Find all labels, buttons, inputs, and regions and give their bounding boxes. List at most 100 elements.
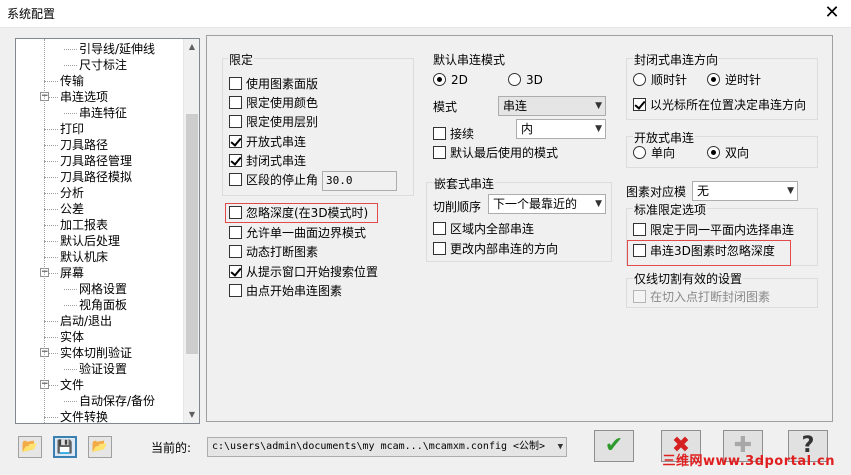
standard-limit-title: 标准限定选项: [633, 201, 708, 218]
tree-item-label: 默认机床: [60, 250, 109, 264]
tree-item[interactable]: 实体: [60, 329, 84, 345]
all-chains-in-region-checkbox-box: [433, 222, 446, 235]
mode-select[interactable]: 串连 ▼: [498, 96, 606, 116]
scroll-down-icon[interactable]: ▼: [184, 407, 199, 423]
tree-item-label: 公差: [60, 202, 85, 216]
chevron-down-icon: ▼: [557, 442, 563, 452]
radio-2d[interactable]: 2D: [433, 72, 468, 88]
radio-counterclockwise[interactable]: 逆时针: [707, 72, 761, 88]
tree-item[interactable]: 自动保存/备份: [79, 393, 155, 409]
chevron-down-icon: ▼: [787, 186, 794, 196]
merge-config-button[interactable]: 📂: [88, 436, 112, 458]
use-entity-mask-checkbox-box: [229, 77, 242, 90]
tree-item-label: 加工报表: [60, 218, 109, 232]
radio-double-direction[interactable]: 双向: [707, 145, 749, 161]
radio-single-label: 单向: [651, 146, 676, 160]
tree-item[interactable]: 刀具路径: [60, 137, 108, 153]
last-used-mode-checkbox[interactable]: 默认最后使用的模式: [433, 145, 558, 161]
ok-button[interactable]: ✔: [594, 430, 634, 462]
category-tree[interactable]: 引导线/延伸线 尺寸标注 传输 串连选项 − 串连特征 打印 刀具路径 刀具路径管理 刀具路径模拟…: [15, 38, 200, 424]
tree-item[interactable]: 传输: [60, 73, 84, 89]
tree-connector: [64, 289, 77, 290]
entity-match-select[interactable]: 无 ▼: [692, 181, 798, 201]
limit-level-checkbox[interactable]: 限定使用层别: [229, 114, 318, 130]
open-chain-checkbox[interactable]: 开放式串连: [229, 134, 306, 150]
tree-scrollbar[interactable]: ▲ ▼: [183, 39, 199, 423]
follow-checkbox[interactable]: 接续: [433, 126, 474, 142]
tree-item[interactable]: 默认机床: [60, 249, 108, 265]
ignore-depth-3d-entities-checkbox[interactable]: 串连3D图素时忽略深度: [633, 243, 775, 259]
tree-item[interactable]: 验证设置: [79, 361, 127, 377]
open-config-button[interactable]: 📂: [18, 436, 42, 458]
tree-item[interactable]: 分析: [60, 185, 84, 201]
radio-3d-indicator: [508, 73, 521, 86]
scroll-up-icon[interactable]: ▲: [184, 39, 199, 55]
chain-from-point-checkbox[interactable]: 由点开始串连图素: [229, 283, 342, 299]
follow-select[interactable]: 内 ▼: [516, 119, 606, 139]
tree-connector: [64, 305, 77, 306]
tree-item[interactable]: 刀具路径模拟: [60, 169, 132, 185]
closed-direction-title: 封闭式串连方向: [633, 51, 720, 68]
reverse-inner-chain-checkbox[interactable]: 更改内部串连的方向: [433, 241, 558, 257]
dynamic-break-checkbox-label: 动态打断图素: [246, 245, 319, 259]
tree-item[interactable]: 屏幕: [60, 265, 84, 281]
tree-item[interactable]: 文件转换: [60, 409, 108, 423]
tree-item[interactable]: 串连选项: [60, 89, 108, 105]
closed-chain-checkbox[interactable]: 封闭式串连: [229, 153, 306, 169]
radio-clockwise[interactable]: 顺时针: [633, 72, 687, 88]
tree-item[interactable]: 视角面板: [79, 297, 127, 313]
mode-label: 模式: [433, 100, 458, 114]
search-from-prompt-checkbox[interactable]: 从提示窗口开始搜索位置: [229, 264, 378, 280]
open-chain-checkbox-label: 开放式串连: [246, 134, 307, 149]
tree-item[interactable]: 引导线/延伸线: [79, 41, 155, 57]
radio-3d[interactable]: 3D: [508, 72, 543, 88]
radio-single-direction[interactable]: 单向: [633, 145, 675, 161]
tree-connector: [44, 337, 58, 338]
tree-item[interactable]: 实体切削验证: [60, 345, 132, 361]
cut-order-label: 切削顺序: [433, 200, 482, 214]
break-closed-checkbox: 在切入点打断封闭图素: [633, 289, 770, 305]
tree-item[interactable]: 串连特征: [79, 105, 127, 121]
tree-item[interactable]: 网格设置: [79, 281, 127, 297]
tree-connector: [44, 209, 58, 210]
tree-item-label: 视角面板: [79, 298, 128, 312]
save-config-button[interactable]: 💾: [53, 436, 77, 458]
current-config-select[interactable]: c:\users\admin\documents\my mcam...\mcam…: [207, 437, 567, 457]
close-icon[interactable]: ✕: [819, 2, 845, 24]
tree-item-label: 刀具路径管理: [60, 154, 133, 168]
single-surface-boundary-checkbox[interactable]: 允许单一曲面边界模式: [229, 225, 366, 241]
title-bar: 系统配置 ✕: [0, 0, 851, 28]
scroll-thumb[interactable]: [186, 114, 198, 354]
tree-item[interactable]: 文件: [60, 377, 84, 393]
stop-angle-field[interactable]: 30.0: [322, 171, 397, 191]
all-chains-in-region-checkbox[interactable]: 区域内全部串连: [433, 221, 534, 237]
cursor-direction-box: [633, 98, 646, 111]
dynamic-break-checkbox[interactable]: 动态打断图素: [229, 244, 318, 260]
segment-stop-angle-checkbox-box: [229, 173, 242, 186]
cut-order-select[interactable]: 下一个最靠近的 ▼: [488, 194, 606, 214]
tree-item-label: 屏幕: [60, 266, 85, 280]
tree-item[interactable]: 加工报表: [60, 217, 108, 233]
tree-connector: [44, 193, 58, 194]
tree-item[interactable]: 公差: [60, 201, 84, 217]
limit-color-checkbox-label: 限定使用颜色: [246, 96, 319, 111]
tree-item[interactable]: 打印: [60, 121, 84, 137]
tree-item-label: 引导线/延伸线: [79, 42, 156, 56]
tree-connector: [44, 39, 45, 423]
same-plane-only-checkbox[interactable]: 限定于同一平面内选择串连: [633, 222, 794, 238]
tree-item[interactable]: 尺寸标注: [79, 57, 127, 73]
ignore-depth-3d-checkbox[interactable]: 忽略深度(在3D模式时): [229, 205, 368, 221]
reverse-inner-chain-checkbox-box: [433, 241, 446, 255]
tree-item[interactable]: 启动/退出: [60, 313, 112, 329]
same-plane-only-checkbox-box: [633, 223, 646, 236]
segment-stop-angle-checkbox[interactable]: 区段的停止角: [229, 172, 318, 188]
radio-double-indicator: [707, 146, 720, 159]
limit-color-checkbox[interactable]: 限定使用颜色: [229, 95, 318, 111]
tree-item[interactable]: 刀具路径管理: [60, 153, 132, 169]
watermark: 三维网www.3dportal.cn: [662, 454, 835, 469]
closed-chain-checkbox-label: 封闭式串连: [246, 153, 307, 168]
tree-item[interactable]: 默认后处理: [60, 233, 120, 249]
cursor-direction-checkbox[interactable]: 以光标所在位置决定串连方向: [633, 97, 806, 113]
last-used-mode-label: 默认最后使用的模式: [450, 146, 559, 160]
use-entity-mask-checkbox[interactable]: 使用图素面版: [229, 76, 318, 92]
